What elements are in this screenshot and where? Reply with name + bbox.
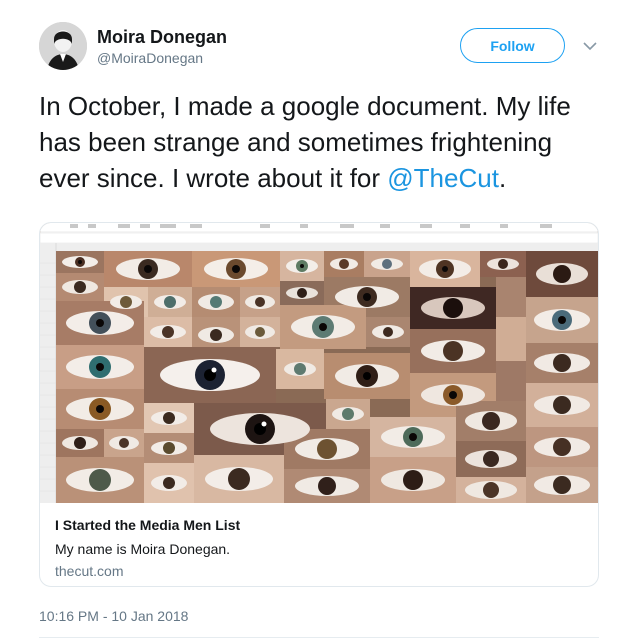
author-handle[interactable]: @MoiraDonegan: [97, 50, 203, 66]
card-domain: thecut.com: [55, 563, 124, 579]
tweet-text: In October, I made a google document. My…: [39, 88, 599, 196]
mention-link[interactable]: @TheCut: [387, 163, 499, 193]
avatar[interactable]: [39, 22, 87, 70]
tweet-trailing: .: [498, 163, 507, 193]
timestamp[interactable]: 10:16 PM - 10 Jan 2018: [39, 608, 188, 624]
card-description: My name is Moira Donegan.: [55, 541, 231, 557]
tweet: Moira Donegan @MoiraDonegan Follow In Oc…: [0, 0, 634, 644]
chevron-down-icon[interactable]: [582, 38, 598, 54]
card-image: [40, 223, 598, 503]
divider: [39, 637, 599, 638]
author-name[interactable]: Moira Donegan: [97, 27, 227, 48]
follow-button[interactable]: Follow: [460, 28, 565, 63]
card-title[interactable]: I Started the Media Men List: [55, 517, 240, 533]
link-card[interactable]: I Started the Media Men List My name is …: [39, 222, 599, 587]
